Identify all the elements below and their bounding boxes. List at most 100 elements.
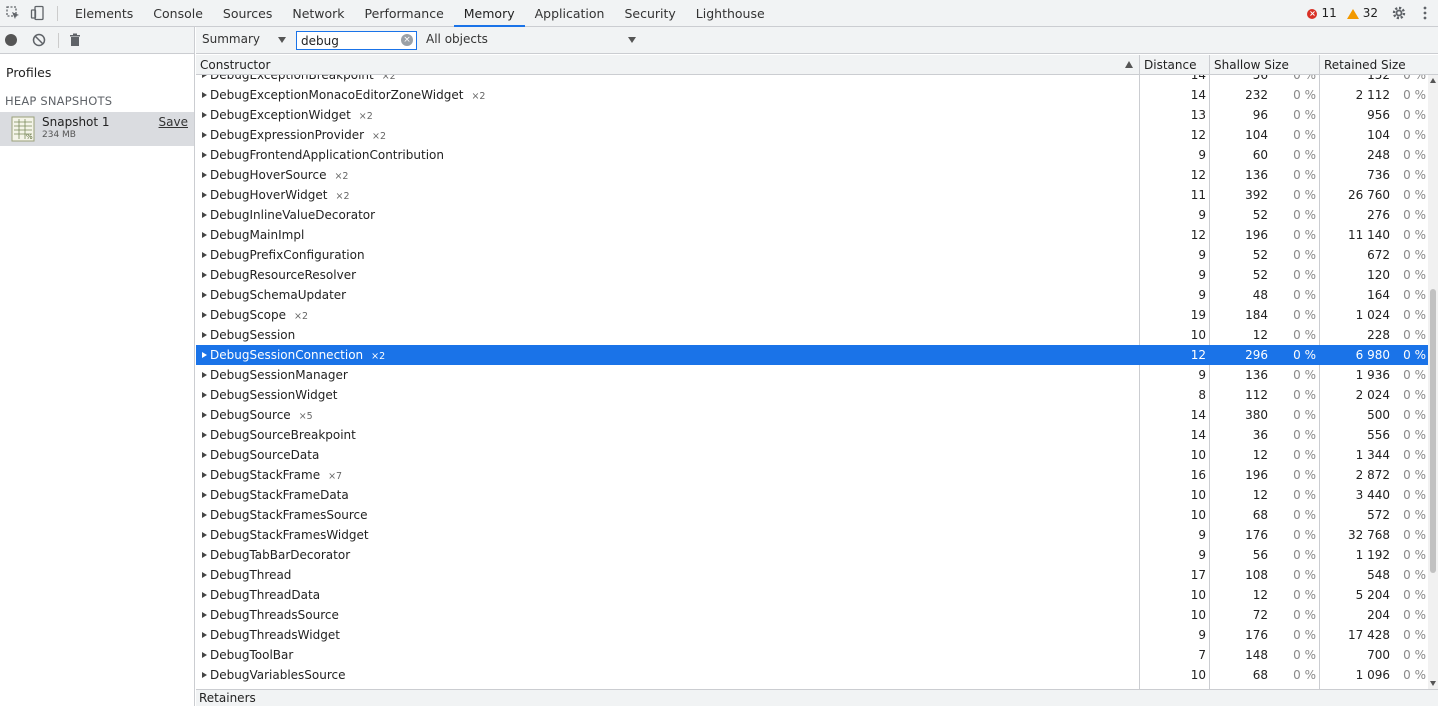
table-row[interactable]: DebugFrontendApplicationContribution 9 60 0…	[196, 145, 1428, 165]
expand-arrow-icon[interactable]	[202, 132, 207, 138]
expand-arrow-icon[interactable]	[202, 292, 207, 298]
expand-arrow-icon[interactable]	[202, 672, 207, 678]
expand-arrow-icon[interactable]	[202, 212, 207, 218]
table-row[interactable]: DebugThreadsSource 10 72 0 % 204 0 %	[196, 605, 1428, 625]
table-row[interactable]: DebugSessionWidget 8 112 0 % 2 024 0 %	[196, 385, 1428, 405]
tab-application[interactable]: Application	[525, 0, 615, 27]
snapshot-item[interactable]: % Snapshot 1 234 MB Save	[0, 112, 194, 146]
table-row[interactable]: DebugSource ×5 14 380 0 % 500 0 %	[196, 405, 1428, 425]
record-icon[interactable]	[5, 34, 17, 46]
scroll-down-icon[interactable]	[1430, 681, 1436, 686]
chevron-down-icon[interactable]	[278, 37, 286, 43]
retainers-panel-header[interactable]: Retainers	[196, 689, 1438, 706]
expand-arrow-icon[interactable]	[202, 232, 207, 238]
tab-console[interactable]: Console	[143, 0, 213, 27]
expand-arrow-icon[interactable]	[202, 92, 207, 98]
expand-arrow-icon[interactable]	[202, 532, 207, 538]
table-row[interactable]: DebugHoverSource ×2 12 136 0 % 736 0 %	[196, 165, 1428, 185]
table-row[interactable]: DebugMainImpl 12 196 0 % 11 140 0 %	[196, 225, 1428, 245]
table-row[interactable]: DebugThreadsWidget 9 176 0 % 17 428 0 %	[196, 625, 1428, 645]
expand-arrow-icon[interactable]	[202, 412, 207, 418]
table-row[interactable]: DebugExceptionWidget ×2 13 96 0 % 956 0 %	[196, 105, 1428, 125]
expand-arrow-icon[interactable]	[202, 112, 207, 118]
scrollbar-thumb[interactable]	[1430, 289, 1436, 573]
expand-arrow-icon[interactable]	[202, 432, 207, 438]
tab-sources[interactable]: Sources	[213, 0, 282, 27]
perspective-select[interactable]: Summary	[202, 32, 260, 46]
table-row[interactable]: DebugResourceResolver 9 52 0 % 120 0 %	[196, 265, 1428, 285]
expand-arrow-icon[interactable]	[202, 75, 207, 78]
table-row[interactable]: DebugSessionManager 9 136 0 % 1 936 0 %	[196, 365, 1428, 385]
tab-memory[interactable]: Memory	[453, 0, 525, 27]
table-row[interactable]: DebugStackFrameData 10 12 0 % 3 440 0 %	[196, 485, 1428, 505]
table-row[interactable]: DebugStackFrame ×7 16 196 0 % 2 872 0 %	[196, 465, 1428, 485]
table-row[interactable]: DebugSession 10 12 0 % 228 0 %	[196, 325, 1428, 345]
expand-arrow-icon[interactable]	[202, 312, 207, 318]
table-row[interactable]: DebugToolBar 7 148 0 % 700 0 %	[196, 645, 1428, 665]
table-row[interactable]: DebugExpressionProvider ×2 12 104 0 % 104 0 %	[196, 125, 1428, 145]
expand-arrow-icon[interactable]	[202, 572, 207, 578]
expand-arrow-icon[interactable]	[202, 472, 207, 478]
expand-arrow-icon[interactable]	[202, 192, 207, 198]
expand-arrow-icon[interactable]	[202, 172, 207, 178]
expand-arrow-icon[interactable]	[202, 152, 207, 158]
vertical-scrollbar[interactable]	[1428, 75, 1438, 689]
expand-arrow-icon[interactable]	[202, 392, 207, 398]
table-row[interactable]: DebugSchemaUpdater 9 48 0 % 164 0 %	[196, 285, 1428, 305]
scroll-up-icon[interactable]	[1430, 78, 1436, 83]
column-shallow-size[interactable]: Shallow Size	[1210, 55, 1289, 75]
expand-arrow-icon[interactable]	[202, 452, 207, 458]
more-options-icon[interactable]	[1422, 5, 1428, 21]
table-row[interactable]: DebugHoverWidget ×2 11 392 0 % 26 760 0 %	[196, 185, 1428, 205]
clear-icon[interactable]	[32, 33, 46, 47]
trash-icon[interactable]	[68, 33, 82, 47]
table-row[interactable]: DebugThread 17 108 0 % 548 0 %	[196, 565, 1428, 585]
table-row[interactable]: DebugStackFramesWidget 9 176 0 % 32 768 0 %	[196, 525, 1428, 545]
expand-arrow-icon[interactable]	[202, 612, 207, 618]
expand-arrow-icon[interactable]	[202, 652, 207, 658]
save-snapshot-link[interactable]: Save	[159, 115, 188, 129]
table-row[interactable]: DebugScope ×2 19 184 0 % 1 024 0 %	[196, 305, 1428, 325]
gear-icon[interactable]	[1391, 5, 1407, 21]
tab-network[interactable]: Network	[282, 0, 354, 27]
distance-cell: 10	[1190, 488, 1206, 502]
tab-security[interactable]: Security	[614, 0, 685, 27]
table-row[interactable]: DebugSourceBreakpoint 14 36 0 % 556 0 %	[196, 425, 1428, 445]
expand-arrow-icon[interactable]	[202, 592, 207, 598]
table-row[interactable]: DebugInlineValueDecorator 9 52 0 % 276 0 %	[196, 205, 1428, 225]
table-row[interactable]: DebugTabBarDecorator 9 56 0 % 1 192 0 %	[196, 545, 1428, 565]
issues-counter[interactable]: × 11 32	[1307, 0, 1378, 27]
expand-arrow-icon[interactable]	[202, 252, 207, 258]
device-toolbar-icon[interactable]	[30, 5, 46, 21]
table-row[interactable]: DebugThreadData 10 12 0 % 5 204 0 %	[196, 585, 1428, 605]
expand-arrow-icon[interactable]	[202, 552, 207, 558]
grid-rows: DebugExceptionBreakpoint ×2 14 56 0 % 152 0 % D…	[196, 75, 1428, 689]
tab-performance[interactable]: Performance	[355, 0, 454, 27]
table-row[interactable]: DebugExceptionBreakpoint ×2 14 56 0 % 152 0 %	[196, 75, 1428, 85]
expand-arrow-icon[interactable]	[202, 632, 207, 638]
column-distance[interactable]: Distance	[1140, 55, 1196, 75]
shallow-size-cell: 184	[1245, 308, 1268, 322]
table-row[interactable]: DebugPrefixConfiguration 9 52 0 % 672 0 %	[196, 245, 1428, 265]
column-constructor[interactable]: Constructor	[196, 55, 270, 75]
expand-arrow-icon[interactable]	[202, 372, 207, 378]
table-row[interactable]: DebugStackFramesSource 10 68 0 % 572 0 %	[196, 505, 1428, 525]
expand-arrow-icon[interactable]	[202, 332, 207, 338]
objects-filter-select[interactable]: All objects	[426, 32, 488, 46]
table-row[interactable]: DebugSourceData 10 12 0 % 1 344 0 %	[196, 445, 1428, 465]
tab-lighthouse[interactable]: Lighthouse	[686, 0, 775, 27]
table-row[interactable]: DebugVariablesSource 10 68 0 % 1 096 0 %	[196, 665, 1428, 685]
expand-arrow-icon[interactable]	[202, 352, 207, 358]
expand-arrow-icon[interactable]	[202, 492, 207, 498]
clear-filter-icon[interactable]: ×	[401, 34, 413, 46]
retained-size-cell: 3 440	[1355, 488, 1390, 502]
expand-arrow-icon[interactable]	[202, 512, 207, 518]
inspect-element-icon[interactable]	[5, 5, 21, 21]
class-filter-input[interactable]	[296, 31, 417, 50]
chevron-down-icon[interactable]	[628, 37, 636, 43]
column-retained-size[interactable]: Retained Size	[1320, 55, 1406, 75]
expand-arrow-icon[interactable]	[202, 272, 207, 278]
table-row[interactable]: DebugSessionConnection ×2 12 296 0 % 6 980 0 %	[196, 345, 1428, 365]
table-row[interactable]: DebugExceptionMonacoEditorZoneWidget ×2 14…	[196, 85, 1428, 105]
tab-elements[interactable]: Elements	[65, 0, 143, 27]
